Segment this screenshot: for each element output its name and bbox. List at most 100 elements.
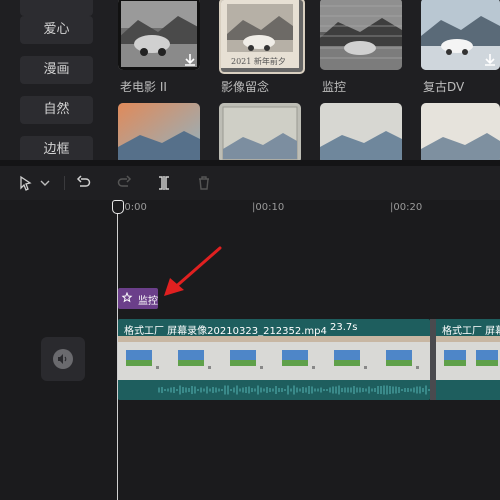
waveform-bar — [170, 387, 172, 393]
waveform-bar — [242, 387, 244, 393]
waveform-bar — [374, 388, 376, 392]
waveform-bar — [389, 386, 391, 394]
video-clip-duration: 23.7s — [330, 322, 358, 333]
waveform-bar — [380, 386, 382, 394]
category-border[interactable]: 边框 — [20, 136, 93, 160]
track-header-panel — [0, 200, 111, 500]
timeline-panel[interactable]: 00:00 |00:10 |00:20 监控 格式工厂 屏幕录像20210323… — [110, 200, 500, 500]
toolbar-separator — [64, 176, 65, 190]
waveform-bar — [218, 388, 220, 392]
video-clip-next-name: 格式工厂 屏幕录 — [442, 326, 500, 337]
waveform-bar — [209, 388, 211, 392]
effect-thumb-row2-4[interactable] — [421, 103, 500, 160]
trash-icon — [199, 176, 209, 190]
playhead-line[interactable] — [117, 200, 118, 500]
waveform-bar — [335, 386, 337, 394]
waveform-bar — [416, 386, 418, 394]
time-ruler[interactable]: 00:00 |00:10 |00:20 — [110, 200, 500, 218]
waveform-bar — [323, 389, 325, 391]
waveform-bar — [215, 387, 217, 393]
waveform-bar — [275, 386, 277, 394]
waveform-bar — [332, 386, 334, 394]
frame-marker — [260, 366, 263, 369]
effects-browser: 爱心 漫画 自然 边框 2021 新年前夕 老电影 II 影像留念 监控 复古D… — [0, 0, 500, 160]
category-above[interactable] — [20, 0, 93, 16]
download-icon[interactable] — [183, 53, 197, 67]
waveform-bar — [284, 389, 286, 391]
effect-thumb-surveillance[interactable] — [320, 0, 402, 70]
video-clip-next[interactable]: 格式工厂 屏幕录 — [436, 319, 500, 400]
video-clip[interactable]: 格式工厂 屏幕录像20210323_212352.mp4 23.7s — [118, 319, 430, 400]
waveform-bar — [236, 385, 238, 395]
playhead-handle[interactable] — [112, 200, 124, 214]
waveform-bar — [248, 386, 250, 394]
waveform-bar — [287, 385, 289, 395]
effect-thumb-retro-dv[interactable] — [421, 0, 500, 70]
waveform-bar — [278, 388, 280, 392]
download-icon[interactable] — [483, 53, 497, 67]
waveform-bar — [356, 387, 358, 393]
frame-marker — [312, 366, 315, 369]
frame-marker — [416, 366, 419, 369]
mute-audio-button[interactable] — [41, 337, 85, 381]
waveform-bar — [404, 388, 406, 392]
effect-thumb-row2-1[interactable] — [118, 103, 200, 160]
waveform-bar — [173, 387, 175, 393]
waveform-bar — [245, 387, 247, 393]
undo-icon — [76, 175, 91, 187]
redo-button[interactable] — [114, 173, 134, 193]
frame-thumbnail-ground — [178, 360, 204, 366]
waveform-bar — [194, 386, 196, 394]
cursor-icon — [20, 175, 32, 191]
waveform-bar — [347, 387, 349, 393]
waveform-bar — [266, 387, 268, 393]
frame-thumbnail-ground — [386, 360, 412, 366]
waveform-bar — [419, 386, 421, 394]
waveform-bar — [395, 386, 397, 394]
effect-thumb-memory[interactable]: 2021 新年前夕 — [219, 0, 305, 74]
effect-thumb-row2-3[interactable] — [320, 103, 402, 160]
waveform-bar — [272, 388, 274, 392]
waveform-bar — [269, 388, 271, 392]
waveform-bar — [350, 387, 352, 393]
waveform-bar — [338, 385, 340, 395]
waveform-bar — [182, 387, 184, 393]
waveform-bar — [353, 386, 355, 394]
waveform-bar — [263, 388, 265, 392]
waveform-bar — [281, 388, 283, 392]
delete-button[interactable] — [194, 173, 214, 193]
category-comic[interactable]: 漫画 — [20, 56, 93, 84]
category-love[interactable]: 爱心 — [20, 16, 93, 44]
waveform-bar — [257, 385, 259, 395]
waveform-bar — [305, 387, 307, 393]
effect-thumb-old-movie[interactable] — [118, 0, 200, 70]
waveform-bar — [230, 389, 232, 391]
frame-marker — [208, 366, 211, 369]
effect-thumb-row2-2[interactable] — [219, 103, 301, 160]
effect-label-retro-dv: 复古DV — [423, 80, 465, 94]
undo-button[interactable] — [74, 173, 94, 193]
waveform-bar — [401, 389, 403, 391]
annotation-arrow — [164, 246, 222, 296]
waveform-bar — [371, 388, 373, 392]
waveform-bar — [365, 388, 367, 392]
timeline-toolbar — [0, 166, 500, 201]
waveform-bar — [407, 388, 409, 392]
waveform-bar — [341, 388, 343, 392]
waveform-bar — [392, 386, 394, 394]
waveform-bar — [227, 385, 229, 395]
ruler-tick-label: |00:20 — [390, 202, 423, 213]
effect-label-memory: 影像留念 — [221, 80, 270, 94]
waveform-bar — [344, 387, 346, 393]
clip-frames — [118, 336, 430, 400]
waveform-bar — [314, 388, 316, 392]
effect-clip[interactable]: 监控 — [118, 288, 158, 309]
waveform-bar — [359, 387, 361, 393]
waveform-bar — [200, 387, 202, 393]
select-tool-button[interactable] — [14, 173, 54, 193]
category-nature[interactable]: 自然 — [20, 96, 93, 124]
video-clip-name: 格式工厂 屏幕录像20210323_212352.mp4 — [124, 326, 327, 337]
waveform-bar — [311, 386, 313, 394]
frame-thumbnail-ground — [126, 360, 152, 366]
split-button[interactable] — [154, 173, 174, 193]
